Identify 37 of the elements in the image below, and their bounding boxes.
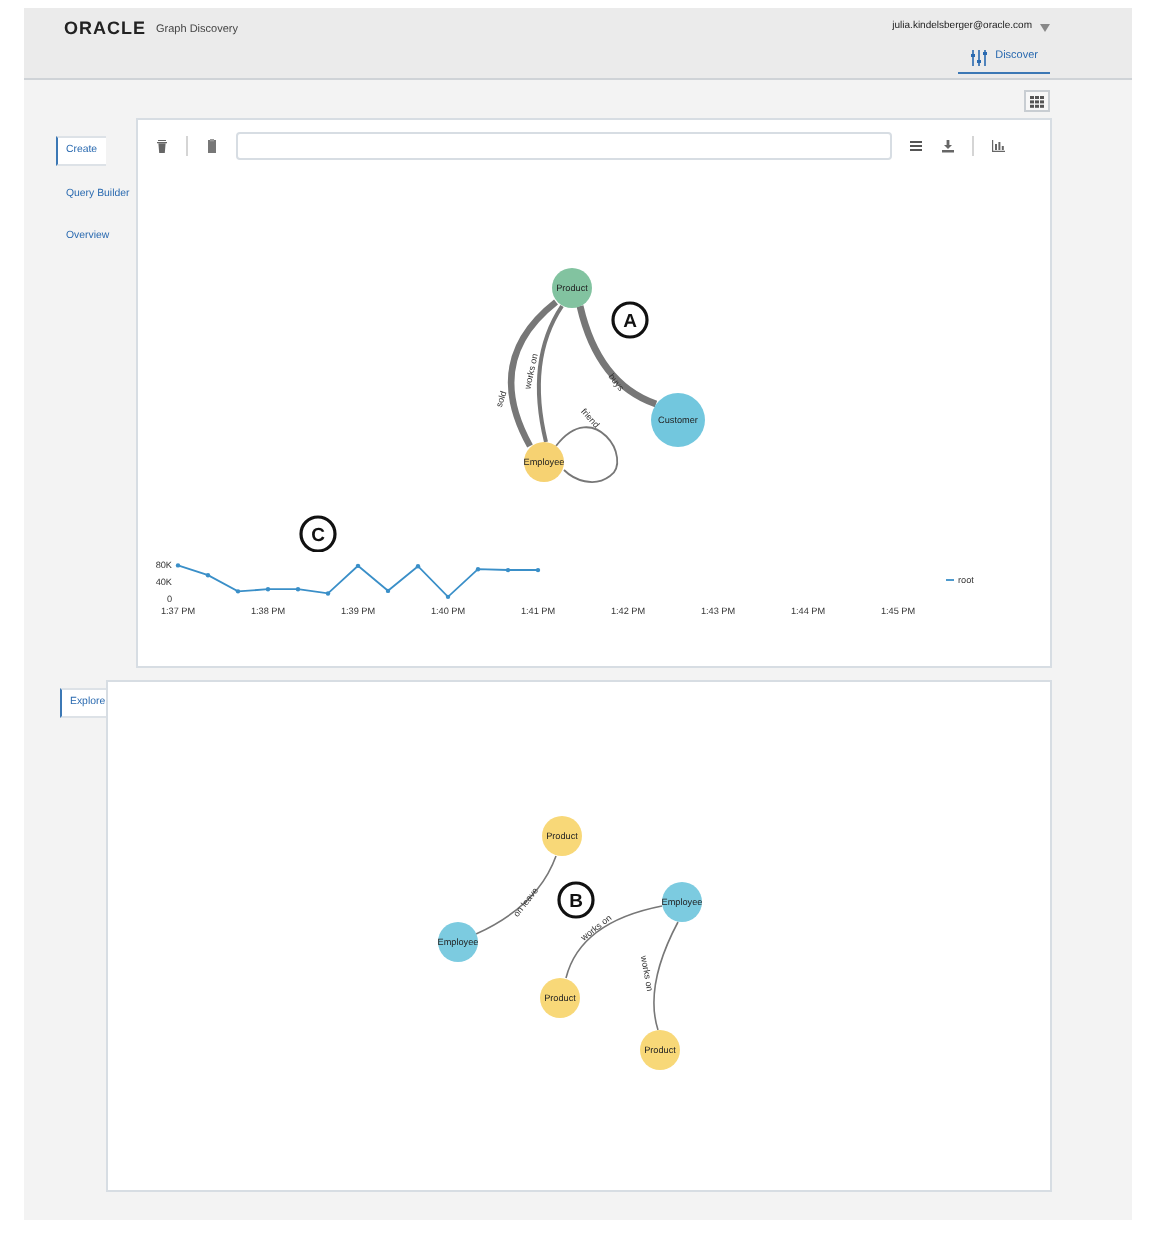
sliders-icon <box>969 50 988 66</box>
graph-node[interactable] <box>524 442 564 482</box>
graph-node[interactable] <box>651 393 705 447</box>
data-point <box>355 563 361 569</box>
graph-node[interactable] <box>438 922 478 962</box>
data-point <box>505 567 511 573</box>
data-point <box>535 567 541 573</box>
callout-marker: C <box>299 515 337 552</box>
data-point <box>175 563 181 568</box>
data-point <box>265 587 271 592</box>
graph-node[interactable] <box>662 882 702 922</box>
edge-line <box>576 305 658 408</box>
trash-icon[interactable] <box>154 138 170 154</box>
download-icon[interactable] <box>940 138 956 154</box>
data-point <box>475 567 481 572</box>
menu-icon[interactable] <box>908 138 924 154</box>
callout-marker: B <box>557 881 595 919</box>
caret-icon[interactable] <box>1040 23 1050 32</box>
query-field[interactable] <box>236 132 892 160</box>
edge-line <box>475 855 557 935</box>
grid-view-button[interactable] <box>1024 90 1050 112</box>
data-point <box>325 591 331 596</box>
graph-node[interactable] <box>542 816 582 856</box>
logo: ORACLE <box>64 20 146 38</box>
graph-node[interactable] <box>640 1030 680 1070</box>
grid-icon <box>1030 95 1044 107</box>
graph-node[interactable] <box>540 978 580 1018</box>
bar-chart-icon[interactable] <box>990 138 1006 154</box>
data-point <box>295 587 301 592</box>
data-point <box>445 594 451 600</box>
data-point <box>205 573 211 578</box>
clipboard-icon[interactable] <box>204 138 220 154</box>
callout-marker: A <box>611 301 649 339</box>
data-point <box>235 589 241 594</box>
data-point <box>385 588 391 594</box>
data-point <box>415 564 421 569</box>
graph-node[interactable] <box>552 268 592 308</box>
